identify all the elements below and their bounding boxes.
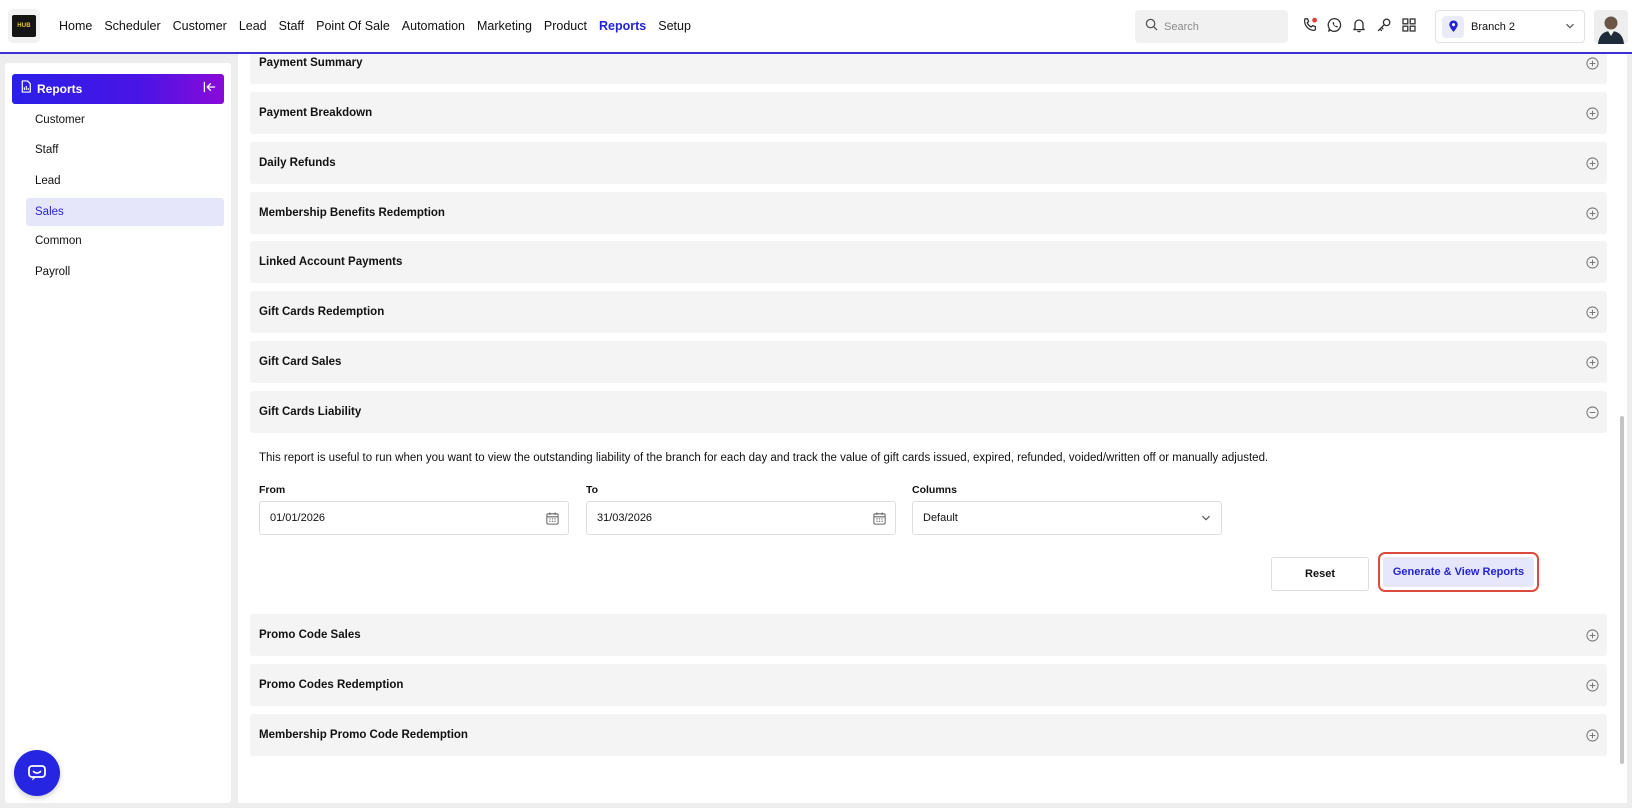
reports-sidebar: Reports Customer Staff Lead Sales Common… [5,63,231,803]
whatsapp-icon[interactable] [1326,16,1344,34]
expand-plus-icon [1586,255,1599,269]
chat-support-button[interactable] [14,750,60,796]
generate-view-reports-button[interactable]: Generate & View Reports [1383,557,1534,587]
collapse-sidebar-icon[interactable] [203,80,216,98]
logo-mark: HUB [12,15,36,37]
chat-icon [28,765,46,781]
to-label: To [586,484,599,496]
nav-item-point-of-sale[interactable]: Point Of Sale [316,19,390,33]
sidebar-header: Reports [12,74,224,104]
location-pin-icon [1442,15,1464,38]
key-icon[interactable] [1375,16,1393,34]
accordion-promo-code-sales[interactable]: Promo Code Sales [250,614,1607,656]
accordion-gift-card-sales[interactable]: Gift Card Sales [250,341,1607,383]
main-nav: Home Scheduler Customer Lead Staff Point… [59,0,703,52]
user-avatar[interactable] [1594,10,1628,44]
columns-label: Columns [912,484,957,496]
sidebar-item-lead[interactable]: Lead [26,167,224,195]
from-date-field [259,501,569,535]
accordion-membership-promo-code-redemption[interactable]: Membership Promo Code Redemption [250,714,1607,756]
expand-plus-icon [1586,56,1599,70]
expand-plus-icon [1586,728,1599,742]
from-date-input[interactable] [270,512,545,524]
expand-plus-icon [1586,678,1599,692]
accordion-title: Gift Cards Liability [259,406,362,418]
to-date-field [586,501,896,535]
sidebar-item-customer[interactable]: Customer [26,106,224,134]
accordion-gift-cards-liability[interactable]: Gift Cards Liability [250,391,1607,433]
nav-item-scheduler[interactable]: Scheduler [104,19,160,33]
accordion-payment-summary[interactable]: Payment Summary [250,54,1607,84]
accordion-daily-refunds[interactable]: Daily Refunds [250,142,1607,184]
accordion-title: Linked Account Payments [259,256,403,268]
top-navigation-bar: HUB Home Scheduler Customer Lead Staff P… [0,0,1632,54]
nav-item-home[interactable]: Home [59,19,92,33]
report-description: This report is useful to run when you wa… [259,452,1269,464]
nav-item-reports[interactable]: Reports [599,19,646,33]
sidebar-item-staff[interactable]: Staff [26,136,224,164]
accordion-title: Promo Codes Redemption [259,679,404,691]
accordion-payment-breakdown[interactable]: Payment Breakdown [250,92,1607,134]
search-box [1135,10,1288,43]
bell-icon[interactable] [1350,16,1368,34]
accordion-membership-benefits-redemption[interactable]: Membership Benefits Redemption [250,192,1607,234]
chevron-down-icon [1202,515,1210,521]
expand-plus-icon [1586,206,1599,220]
expand-plus-icon [1586,305,1599,319]
nav-item-staff[interactable]: Staff [279,19,304,33]
nav-item-setup[interactable]: Setup [658,19,691,33]
accordion-promo-codes-redemption[interactable]: Promo Codes Redemption [250,664,1607,706]
expand-plus-icon [1586,628,1599,642]
accordion-linked-account-payments[interactable]: Linked Account Payments [250,241,1607,283]
calendar-icon[interactable] [872,511,887,526]
sidebar-item-common[interactable]: Common [26,227,224,255]
scrollbar-thumb[interactable] [1620,416,1624,764]
app-logo[interactable]: HUB [8,9,40,43]
accordion-title: Gift Cards Redemption [259,306,385,318]
collapse-minus-icon [1586,405,1599,419]
reports-main-panel: Payment Summary Payment Breakdown Daily … [238,54,1627,803]
expand-plus-icon [1586,355,1599,369]
accordion-title: Payment Summary [259,57,363,69]
nav-item-automation[interactable]: Automation [402,19,465,33]
to-date-input[interactable] [597,512,872,524]
accordion-title: Payment Breakdown [259,107,373,119]
expand-plus-icon [1586,106,1599,120]
calendar-icon[interactable] [545,511,560,526]
search-icon [1145,18,1158,36]
apps-grid-icon[interactable] [1400,16,1418,34]
generate-button-highlight: Generate & View Reports [1378,552,1539,592]
phone-icon[interactable] [1301,16,1319,34]
columns-select[interactable]: Default [912,501,1222,535]
sidebar-item-sales[interactable]: Sales [26,198,224,226]
document-icon [20,80,32,98]
accordion-gift-cards-redemption[interactable]: Gift Cards Redemption [250,291,1607,333]
from-label: From [259,484,286,496]
nav-item-customer[interactable]: Customer [173,19,227,33]
reset-button[interactable]: Reset [1271,557,1369,591]
branch-label: Branch 2 [1471,20,1516,33]
sidebar-item-payroll[interactable]: Payroll [26,258,224,286]
columns-selected-value: Default [923,512,958,524]
accordion-title: Membership Promo Code Redemption [259,729,468,741]
accordion-title: Membership Benefits Redemption [259,207,445,219]
accordion-title: Daily Refunds [259,157,336,169]
search-input[interactable] [1164,20,1284,33]
nav-item-lead[interactable]: Lead [239,19,267,33]
expand-plus-icon [1586,156,1599,170]
accordion-title: Promo Code Sales [259,629,361,641]
branch-selector[interactable]: Branch 2 [1435,10,1585,43]
chevron-down-icon [1565,18,1575,36]
sidebar-title: Reports [37,82,83,96]
accordion-title: Gift Card Sales [259,356,342,368]
nav-item-product[interactable]: Product [544,19,587,33]
nav-item-marketing[interactable]: Marketing [477,19,532,33]
